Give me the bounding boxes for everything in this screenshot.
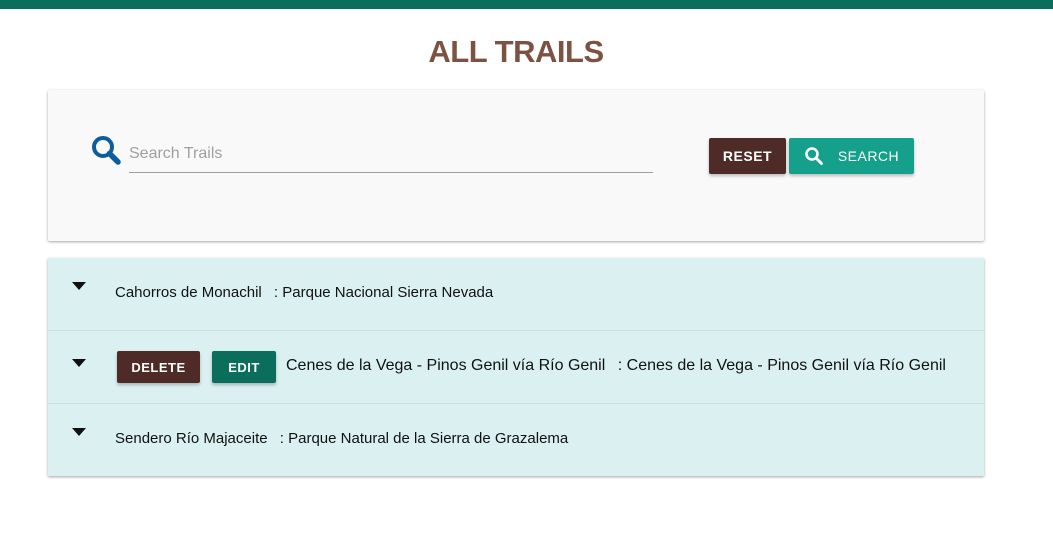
caret-down-icon[interactable] xyxy=(72,428,86,436)
trail-name: Cenes de la Vega - Pinos Genil vía Río G… xyxy=(286,357,606,374)
delete-button[interactable]: DELETE xyxy=(117,351,200,383)
trail-row[interactable]: Sendero Río Majaceite : Parque Natural d… xyxy=(48,404,984,476)
trail-name: Sendero Río Majaceite xyxy=(115,430,268,447)
search-button-label: SEARCH xyxy=(837,148,900,164)
trail-title: Cahorros de Monachil : Parque Nacional S… xyxy=(115,284,493,301)
trail-location: Parque Nacional Sierra Nevada xyxy=(282,284,494,301)
trail-name: Cahorros de Monachil xyxy=(115,284,262,301)
top-bar xyxy=(0,0,1053,9)
trail-title: Sendero Río Majaceite : Parque Natural d… xyxy=(115,430,568,447)
caret-down-icon[interactable] xyxy=(72,282,86,290)
trail-row[interactable]: Cahorros de Monachil : Parque Nacional S… xyxy=(48,258,984,331)
caret-down-icon[interactable] xyxy=(72,359,86,367)
trail-location: Cenes de la Vega - Pinos Genil vía Río G… xyxy=(626,357,946,374)
search-icon xyxy=(804,146,824,166)
search-icon xyxy=(90,134,124,168)
trail-separator: : xyxy=(279,430,284,447)
search-panel: RESET SEARCH xyxy=(48,90,984,241)
reset-button[interactable]: RESET xyxy=(709,138,786,174)
trail-separator: : xyxy=(617,357,623,374)
trail-location: Parque Natural de la Sierra de Grazalema xyxy=(288,430,569,447)
edit-button[interactable]: EDIT xyxy=(212,351,276,383)
search-button[interactable]: SEARCH xyxy=(789,138,914,174)
page-title: ALL TRAILS xyxy=(428,34,604,69)
trail-row[interactable]: DELETE EDIT Cenes de la Vega - Pinos Gen… xyxy=(48,331,984,404)
trail-title: Cenes de la Vega - Pinos Genil vía Río G… xyxy=(286,357,946,375)
search-input[interactable] xyxy=(129,136,653,173)
trail-list: Cahorros de Monachil : Parque Nacional S… xyxy=(48,258,984,476)
trail-separator: : xyxy=(273,284,279,301)
